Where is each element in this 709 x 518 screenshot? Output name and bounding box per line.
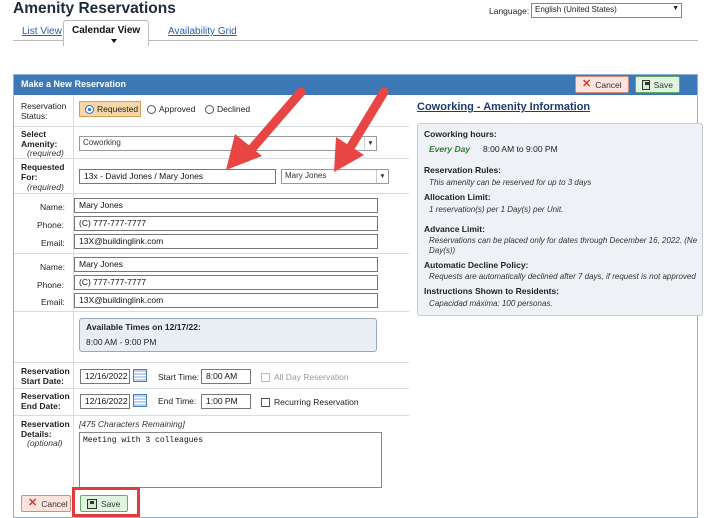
arrow-icon	[226, 87, 306, 170]
annotation-arrows	[226, 87, 389, 172]
arrow-icon	[334, 87, 389, 172]
